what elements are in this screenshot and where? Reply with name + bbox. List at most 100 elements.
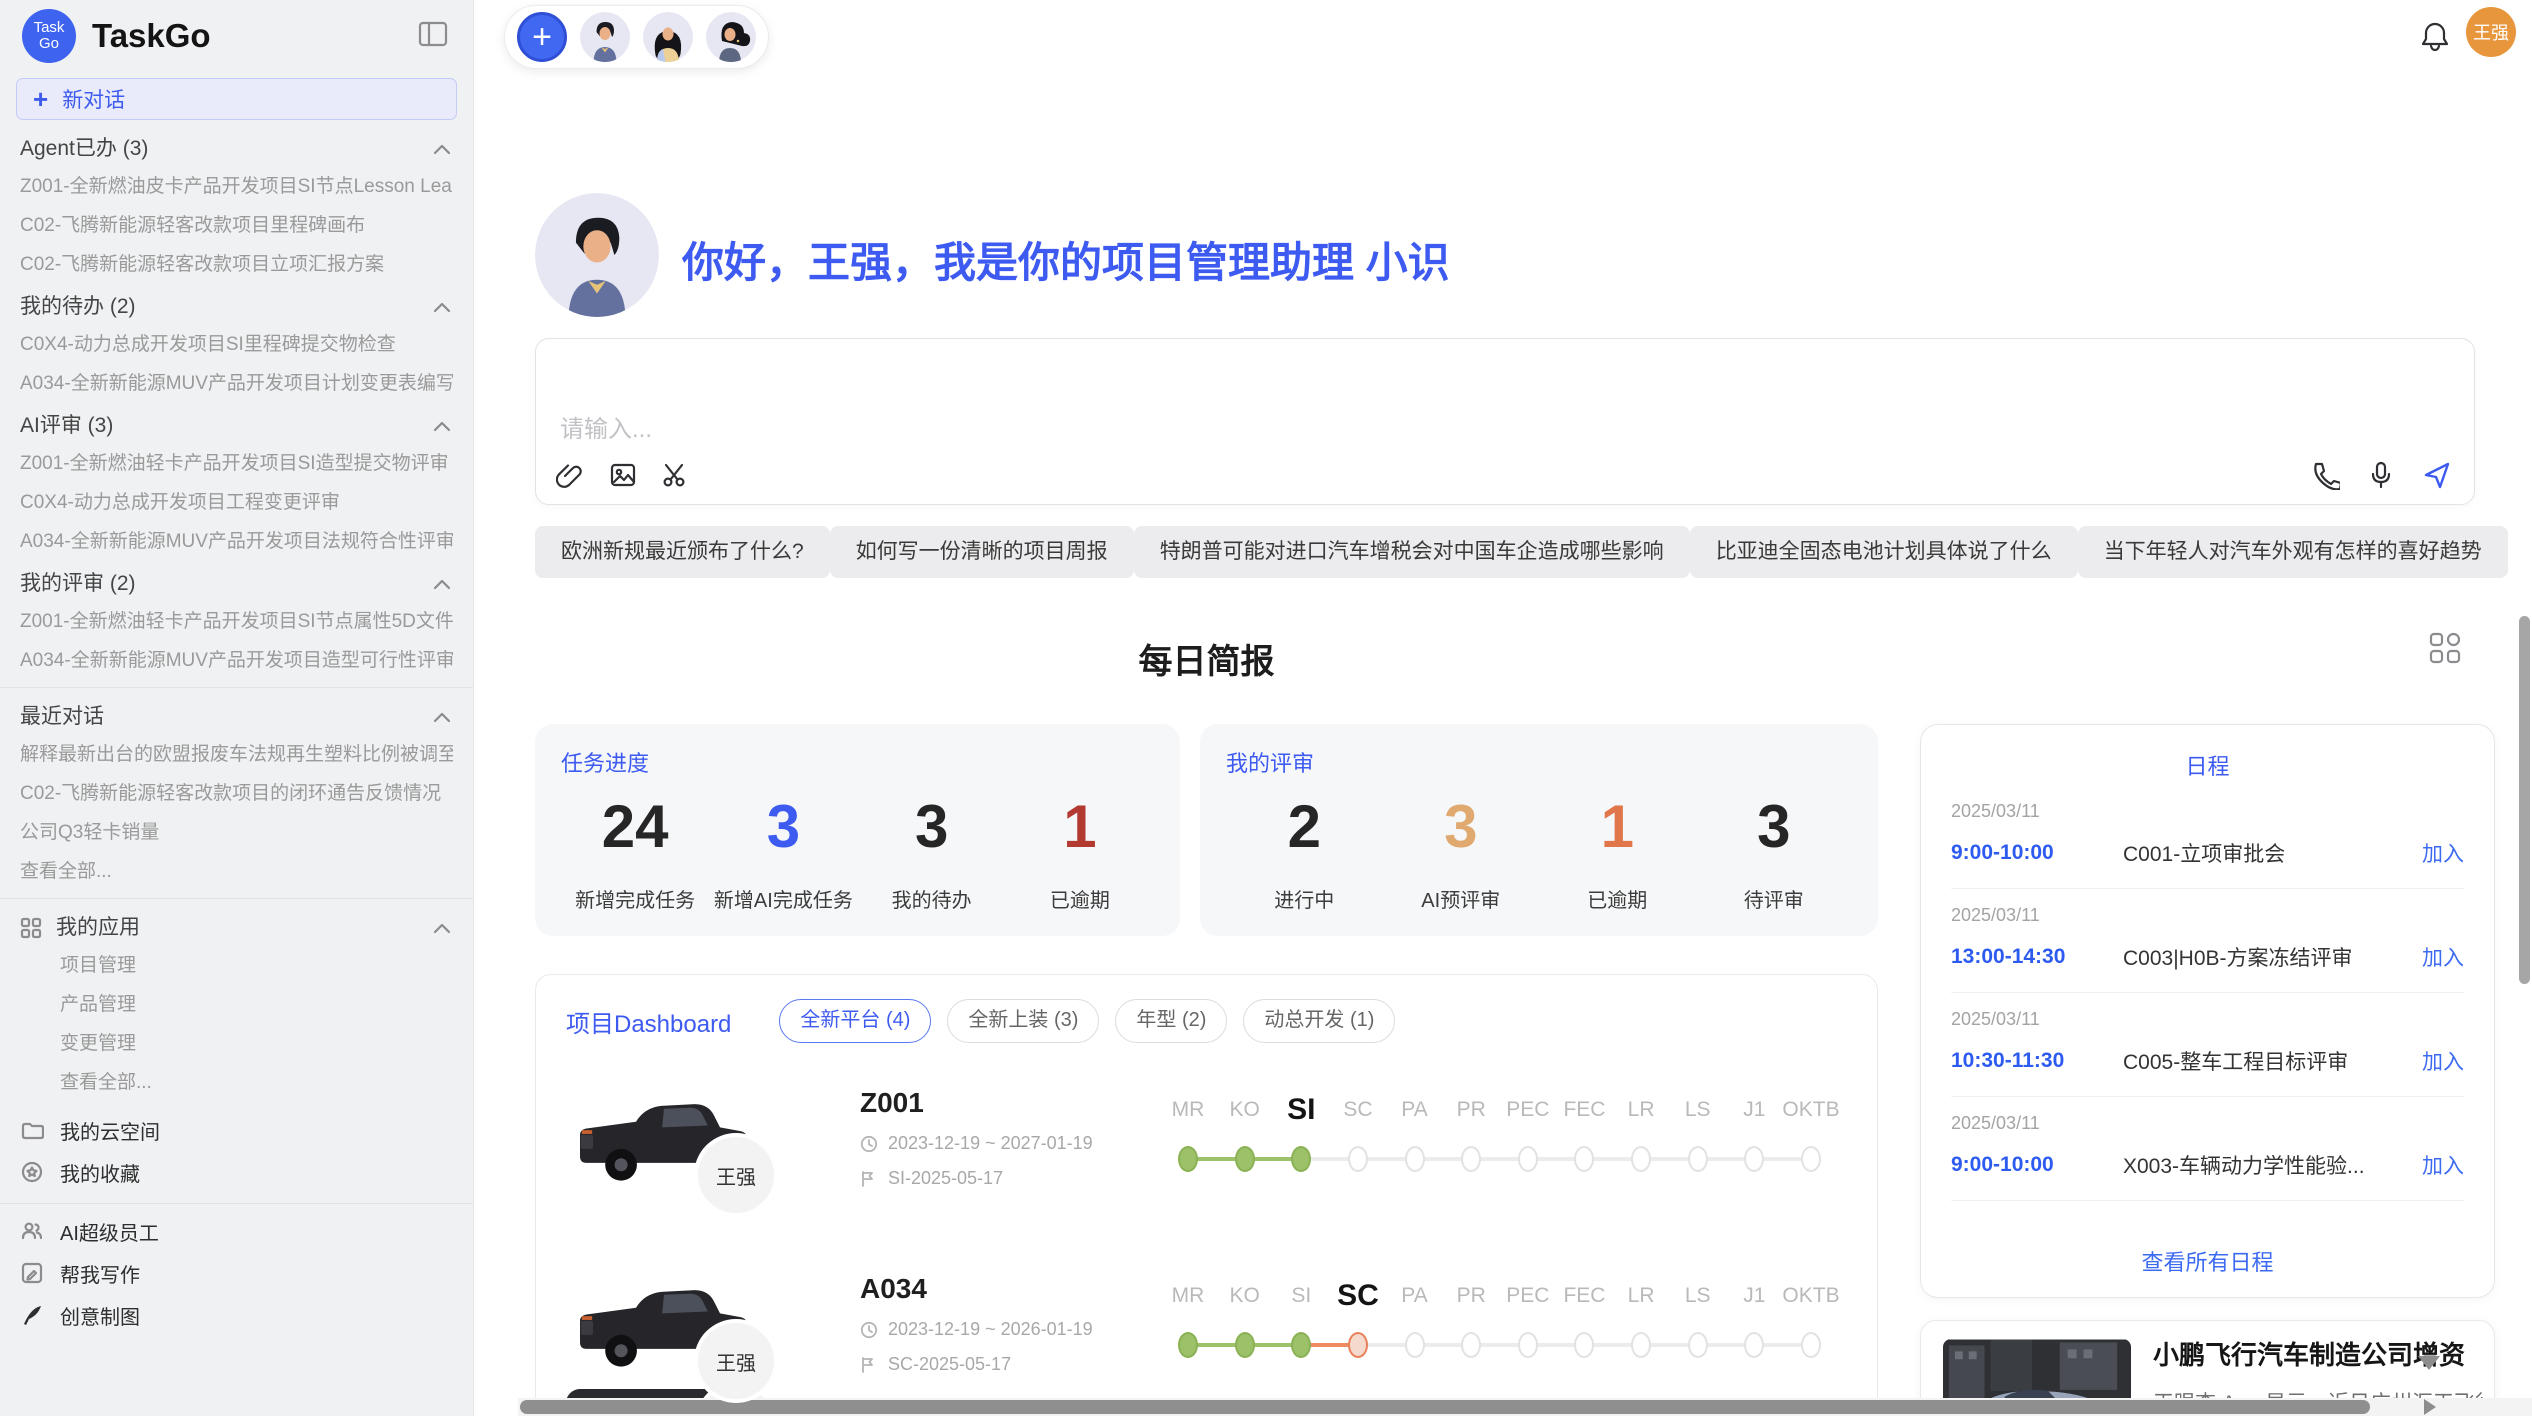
notification-bell-icon[interactable] [2419, 20, 2451, 54]
view-all-schedule-link[interactable]: 查看所有日程 [1951, 1231, 2464, 1277]
section-my-apps[interactable]: 我的应用 [20, 915, 453, 941]
section-recent-chats[interactable]: 最近对话 [20, 704, 453, 730]
view-all-apps-link[interactable]: 查看全部... [60, 1070, 453, 1096]
chat-input-box[interactable]: 请输入... [535, 338, 2475, 505]
sidebar-item-cloud-space[interactable]: 我的云空间 [16, 1109, 457, 1151]
task-progress-card: 任务进度 24 新增完成任务 3 新增AI完成任务 3 我的待办 1 已逾期 [535, 724, 1180, 936]
section-agent-done[interactable]: Agent已办 (3) [20, 136, 453, 162]
project-row[interactable]: 王强 A034 2023-12-19 ~ 2026-01-19 SC-2025-… [566, 1263, 1847, 1415]
project-row[interactable]: 王强 Z001 2023-12-19 ~ 2027-01-19 SI-2025-… [566, 1077, 1847, 1229]
recent-chat-item[interactable]: 公司Q3轻卡销量 [20, 820, 453, 846]
dashboard-title: 项目Dashboard [566, 1004, 731, 1039]
add-assistant-button[interactable]: + [517, 12, 567, 62]
suggestion-chip[interactable]: 当下年轻人对汽车外观有怎样的喜好趋势 [2078, 526, 2508, 578]
apps-grid-icon [20, 917, 42, 939]
assistant-avatar-2[interactable] [643, 12, 693, 62]
filter-new-body[interactable]: 全新上装 (3) [947, 999, 1099, 1043]
sidebar-item[interactable]: A034-全新新能源MUV产品开发项目法规符合性评审 [20, 529, 453, 555]
view-all-chats-link[interactable]: 查看全部... [20, 859, 453, 885]
join-link[interactable]: 加入 [2422, 838, 2464, 868]
milestone-labels: MRKOSISCPAPRPECFECLRLSJ1OKTB [1188, 1267, 1811, 1313]
stat-label: 新增AI完成任务 [709, 884, 857, 913]
filter-year-model[interactable]: 年型 (2) [1115, 999, 1227, 1043]
stat-label: 进行中 [1226, 884, 1383, 913]
sidebar-item-ai-employee[interactable]: AI超级员工 [16, 1210, 457, 1252]
user-avatar[interactable]: 王强 [2466, 7, 2516, 57]
app-item-change-mgmt[interactable]: 变更管理 [60, 1031, 453, 1057]
sidebar-item-favorites[interactable]: 我的收藏 [16, 1151, 457, 1193]
sidebar-item[interactable]: Z001-全新燃油轻卡产品开发项目SI造型提交物评审 [20, 451, 453, 477]
join-link[interactable]: 加入 [2422, 1046, 2464, 1076]
filter-powertrain[interactable]: 动总开发 (1) [1243, 999, 1395, 1043]
milestone-dot-ko [1235, 1146, 1255, 1172]
chevron-up-icon[interactable] [431, 299, 453, 315]
horizontal-scrollbar-thumb[interactable] [520, 1400, 2370, 1414]
microphone-icon[interactable] [2366, 460, 2396, 490]
project-flag-text: SC-2025-05-17 [888, 1354, 1011, 1375]
project-thumbnail: 王强 [566, 1077, 788, 1229]
sidebar-item[interactable]: C02-飞腾新能源轻客改款项目立项汇报方案 [20, 252, 453, 278]
milestone-dot-j1 [1744, 1332, 1764, 1358]
image-icon[interactable] [608, 460, 638, 490]
section-title: 我的评审 (2) [20, 571, 136, 597]
chevron-up-icon[interactable] [431, 576, 453, 592]
sidebar-item[interactable]: C0X4-动力总成开发项目工程变更评审 [20, 490, 453, 516]
milestone-label-mr: MR [1172, 1093, 1205, 1127]
logo-line2: Go [39, 36, 59, 52]
section-ai-review[interactable]: AI评审 (3) [20, 413, 453, 439]
sidebar-item[interactable]: Z001-全新燃油皮卡产品开发项目SI节点Lesson Learn报告 [20, 174, 453, 200]
vertical-scrollbar[interactable] [2519, 616, 2530, 984]
attachment-icon[interactable] [556, 460, 586, 490]
flag-icon [860, 1356, 878, 1374]
chevron-up-icon[interactable] [431, 709, 453, 725]
scroll-down-arrow[interactable] [2418, 1356, 2440, 1370]
suggestion-chip[interactable]: 比亚迪全固态电池计划具体说了什么 [1690, 526, 2078, 578]
suggestion-chip[interactable]: 特朗普可能对进口汽车增税会对中国车企造成哪些影响 [1134, 526, 1690, 578]
app-item-project-mgmt[interactable]: 项目管理 [60, 953, 453, 979]
layout-grid-icon[interactable] [2425, 628, 2465, 668]
send-icon[interactable] [2422, 460, 2452, 490]
stat-new-ai-done: 3 新增AI完成任务 [709, 792, 857, 913]
sidebar-collapse-icon[interactable] [417, 20, 449, 48]
scissors-icon[interactable] [660, 460, 690, 490]
sidebar-item[interactable]: C0X4-动力总成开发项目SI里程碑提交物检查 [20, 332, 453, 358]
dashboard-filters: 全新平台 (4) 全新上装 (3) 年型 (2) 动总开发 (1) [779, 999, 1395, 1043]
chevron-up-icon[interactable] [431, 920, 453, 936]
join-link[interactable]: 加入 [2422, 1150, 2464, 1180]
chevron-up-icon[interactable] [431, 141, 453, 157]
recent-chat-item[interactable]: C02-飞腾新能源轻客改款项目的闭环通告反馈情况 [20, 781, 453, 807]
stat-value: 24 [561, 792, 709, 862]
plus-icon: + [33, 84, 48, 115]
sidebar-item[interactable]: Z001-全新燃油轻卡产品开发项目SI节点属性5D文件评审 [20, 609, 453, 635]
chevron-up-icon[interactable] [431, 418, 453, 434]
milestone-dot-j1 [1744, 1146, 1764, 1172]
suggestion-chip[interactable]: 如何写一份清晰的项目周报 [830, 526, 1134, 578]
assistant-avatar-3[interactable] [706, 12, 756, 62]
join-link[interactable]: 加入 [2422, 942, 2464, 972]
event-title: C001-立项审批会 [2123, 838, 2422, 868]
filter-new-platform[interactable]: 全新平台 (4) [779, 999, 931, 1043]
scroll-right-arrow[interactable] [2424, 1399, 2436, 1415]
pen-icon [20, 1303, 44, 1327]
assistant-avatar-1[interactable] [580, 12, 630, 62]
milestone-label-ls: LS [1685, 1279, 1711, 1313]
sidebar-item[interactable]: A034-全新新能源MUV产品开发项目计划变更表编写 [20, 371, 453, 397]
suggestion-chip[interactable]: 欧洲新规最近颁布了什么? [535, 526, 830, 578]
stat-label: 新增完成任务 [561, 884, 709, 913]
section-my-review[interactable]: 我的评审 (2) [20, 571, 453, 597]
sidebar-item-creative-draw[interactable]: 创意制图 [16, 1294, 457, 1336]
divider [0, 898, 473, 899]
phone-icon[interactable] [2310, 460, 2340, 490]
app-item-product-mgmt[interactable]: 产品管理 [60, 992, 453, 1018]
event-title: C005-整车工程目标评审 [2123, 1046, 2422, 1076]
recent-chat-item[interactable]: 解释最新出台的欧盟报废车法规再生塑料比例被调至15%... [20, 742, 453, 768]
sidebar-item[interactable]: A034-全新新能源MUV产品开发项目造型可行性评审 [20, 648, 453, 674]
favorites-label: 我的收藏 [60, 1158, 140, 1187]
new-chat-button[interactable]: + 新对话 [16, 78, 457, 120]
milestone-dot-pec [1518, 1146, 1538, 1172]
horizontal-scrollbar-track[interactable] [518, 1398, 2532, 1416]
sidebar-item[interactable]: C02-飞腾新能源轻客改款项目里程碑画布 [20, 213, 453, 239]
milestone-label-pa: PA [1401, 1279, 1427, 1313]
section-my-todo[interactable]: 我的待办 (2) [20, 294, 453, 320]
sidebar-item-help-write[interactable]: 帮我写作 [16, 1252, 457, 1294]
